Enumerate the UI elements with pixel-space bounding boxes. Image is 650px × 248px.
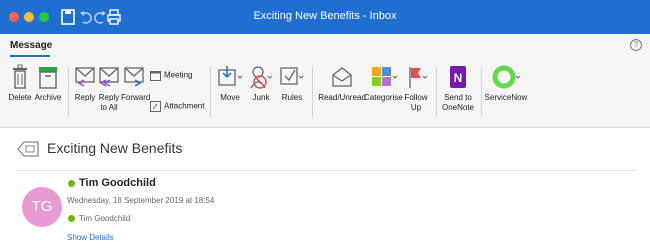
- delete-button[interactable]: Delete: [7, 64, 33, 103]
- reply-button[interactable]: Reply: [74, 64, 96, 103]
- send-to-onenote-button[interactable]: N Send to OneNote: [441, 64, 475, 113]
- title-bar: Exciting New Benefits - Inbox: [0, 0, 650, 34]
- svg-text:N: N: [454, 71, 463, 85]
- move-folder-icon: [218, 66, 243, 86]
- servicenow-label: ServiceNow: [484, 93, 528, 102]
- read-unread-label: Read/Unread: [318, 93, 366, 102]
- junk-icon: [250, 66, 273, 89]
- archive-icon: [39, 67, 57, 89]
- onenote-icon: N: [450, 66, 466, 88]
- help-icon[interactable]: ?: [630, 39, 642, 51]
- reply-all-button[interactable]: Reply to All: [97, 64, 121, 113]
- sent-timestamp: Wednesday, 18 September 2019 at 18:54: [67, 196, 215, 205]
- ribbon-separator: [68, 66, 69, 118]
- message-subject: Exciting New Benefits: [47, 140, 183, 156]
- reply-all-label: Reply to All: [98, 93, 120, 112]
- categorise-label: Categorise: [364, 93, 403, 102]
- active-tab-indicator: [10, 55, 50, 57]
- ribbon-separator: [436, 66, 437, 118]
- follow-up-button[interactable]: Follow Up: [402, 64, 430, 113]
- reply-all-icon: [99, 67, 119, 87]
- rules-label: Rules: [281, 93, 303, 102]
- ribbon-separator: [210, 66, 211, 118]
- junk-button[interactable]: Junk: [248, 64, 274, 103]
- read-unread-button[interactable]: Read/Unread: [318, 64, 366, 103]
- window-title: Exciting New Benefits - Inbox: [253, 10, 397, 22]
- meeting-label: Meeting: [164, 70, 193, 80]
- meeting-button[interactable]: Meeting: [150, 70, 192, 81]
- servicenow-button[interactable]: ServiceNow: [483, 64, 529, 103]
- move-label: Move: [220, 93, 240, 102]
- message-subject-row: Exciting New Benefits: [0, 135, 650, 165]
- conversation-icon[interactable]: [16, 138, 40, 160]
- archive-label: Archive: [34, 93, 62, 102]
- avatar[interactable]: TG: [22, 187, 62, 227]
- attachment-button[interactable]: Attachment: [150, 101, 204, 112]
- follow-up-label: Follow Up: [404, 93, 428, 112]
- presence-icon: [68, 180, 75, 187]
- ribbon-separator: [481, 66, 482, 118]
- header-divider: [16, 170, 636, 171]
- calendar-icon: [150, 71, 161, 81]
- forward-label: Forward: [121, 93, 151, 102]
- attachment-icon: [150, 101, 161, 112]
- rules-button[interactable]: Rules: [278, 64, 306, 103]
- sender-name[interactable]: Tim Goodchild: [79, 177, 156, 189]
- forward-icon: [124, 67, 144, 87]
- categorise-icon: [372, 67, 398, 86]
- open-envelope-icon: [332, 67, 352, 87]
- tab-message[interactable]: Message: [10, 40, 52, 51]
- ribbon-tab-bar: Message ?: [0, 34, 650, 58]
- delete-label: Delete: [8, 93, 32, 102]
- ribbon: Delete Archive Reply Reply to All Forwar…: [0, 58, 650, 128]
- junk-label: Junk: [252, 93, 270, 102]
- categorise-button[interactable]: Categorise: [364, 64, 403, 103]
- ribbon-separator: [312, 66, 313, 118]
- flag-icon: [409, 67, 428, 88]
- reply-label: Reply: [74, 93, 96, 102]
- move-button[interactable]: Move: [216, 64, 244, 103]
- forward-button[interactable]: Forward: [121, 64, 151, 103]
- recipient-name[interactable]: Tim Goodchild: [79, 214, 130, 223]
- trash-icon: [13, 64, 27, 89]
- presence-icon: [68, 215, 75, 222]
- show-details-link[interactable]: Show Details: [67, 233, 114, 242]
- send-to-onenote-label: Send to OneNote: [441, 93, 475, 112]
- attachment-label: Attachment: [164, 101, 205, 111]
- reply-icon: [75, 67, 95, 87]
- archive-button[interactable]: Archive: [34, 64, 62, 103]
- servicenow-icon: [492, 65, 521, 89]
- rules-icon: [280, 67, 304, 85]
